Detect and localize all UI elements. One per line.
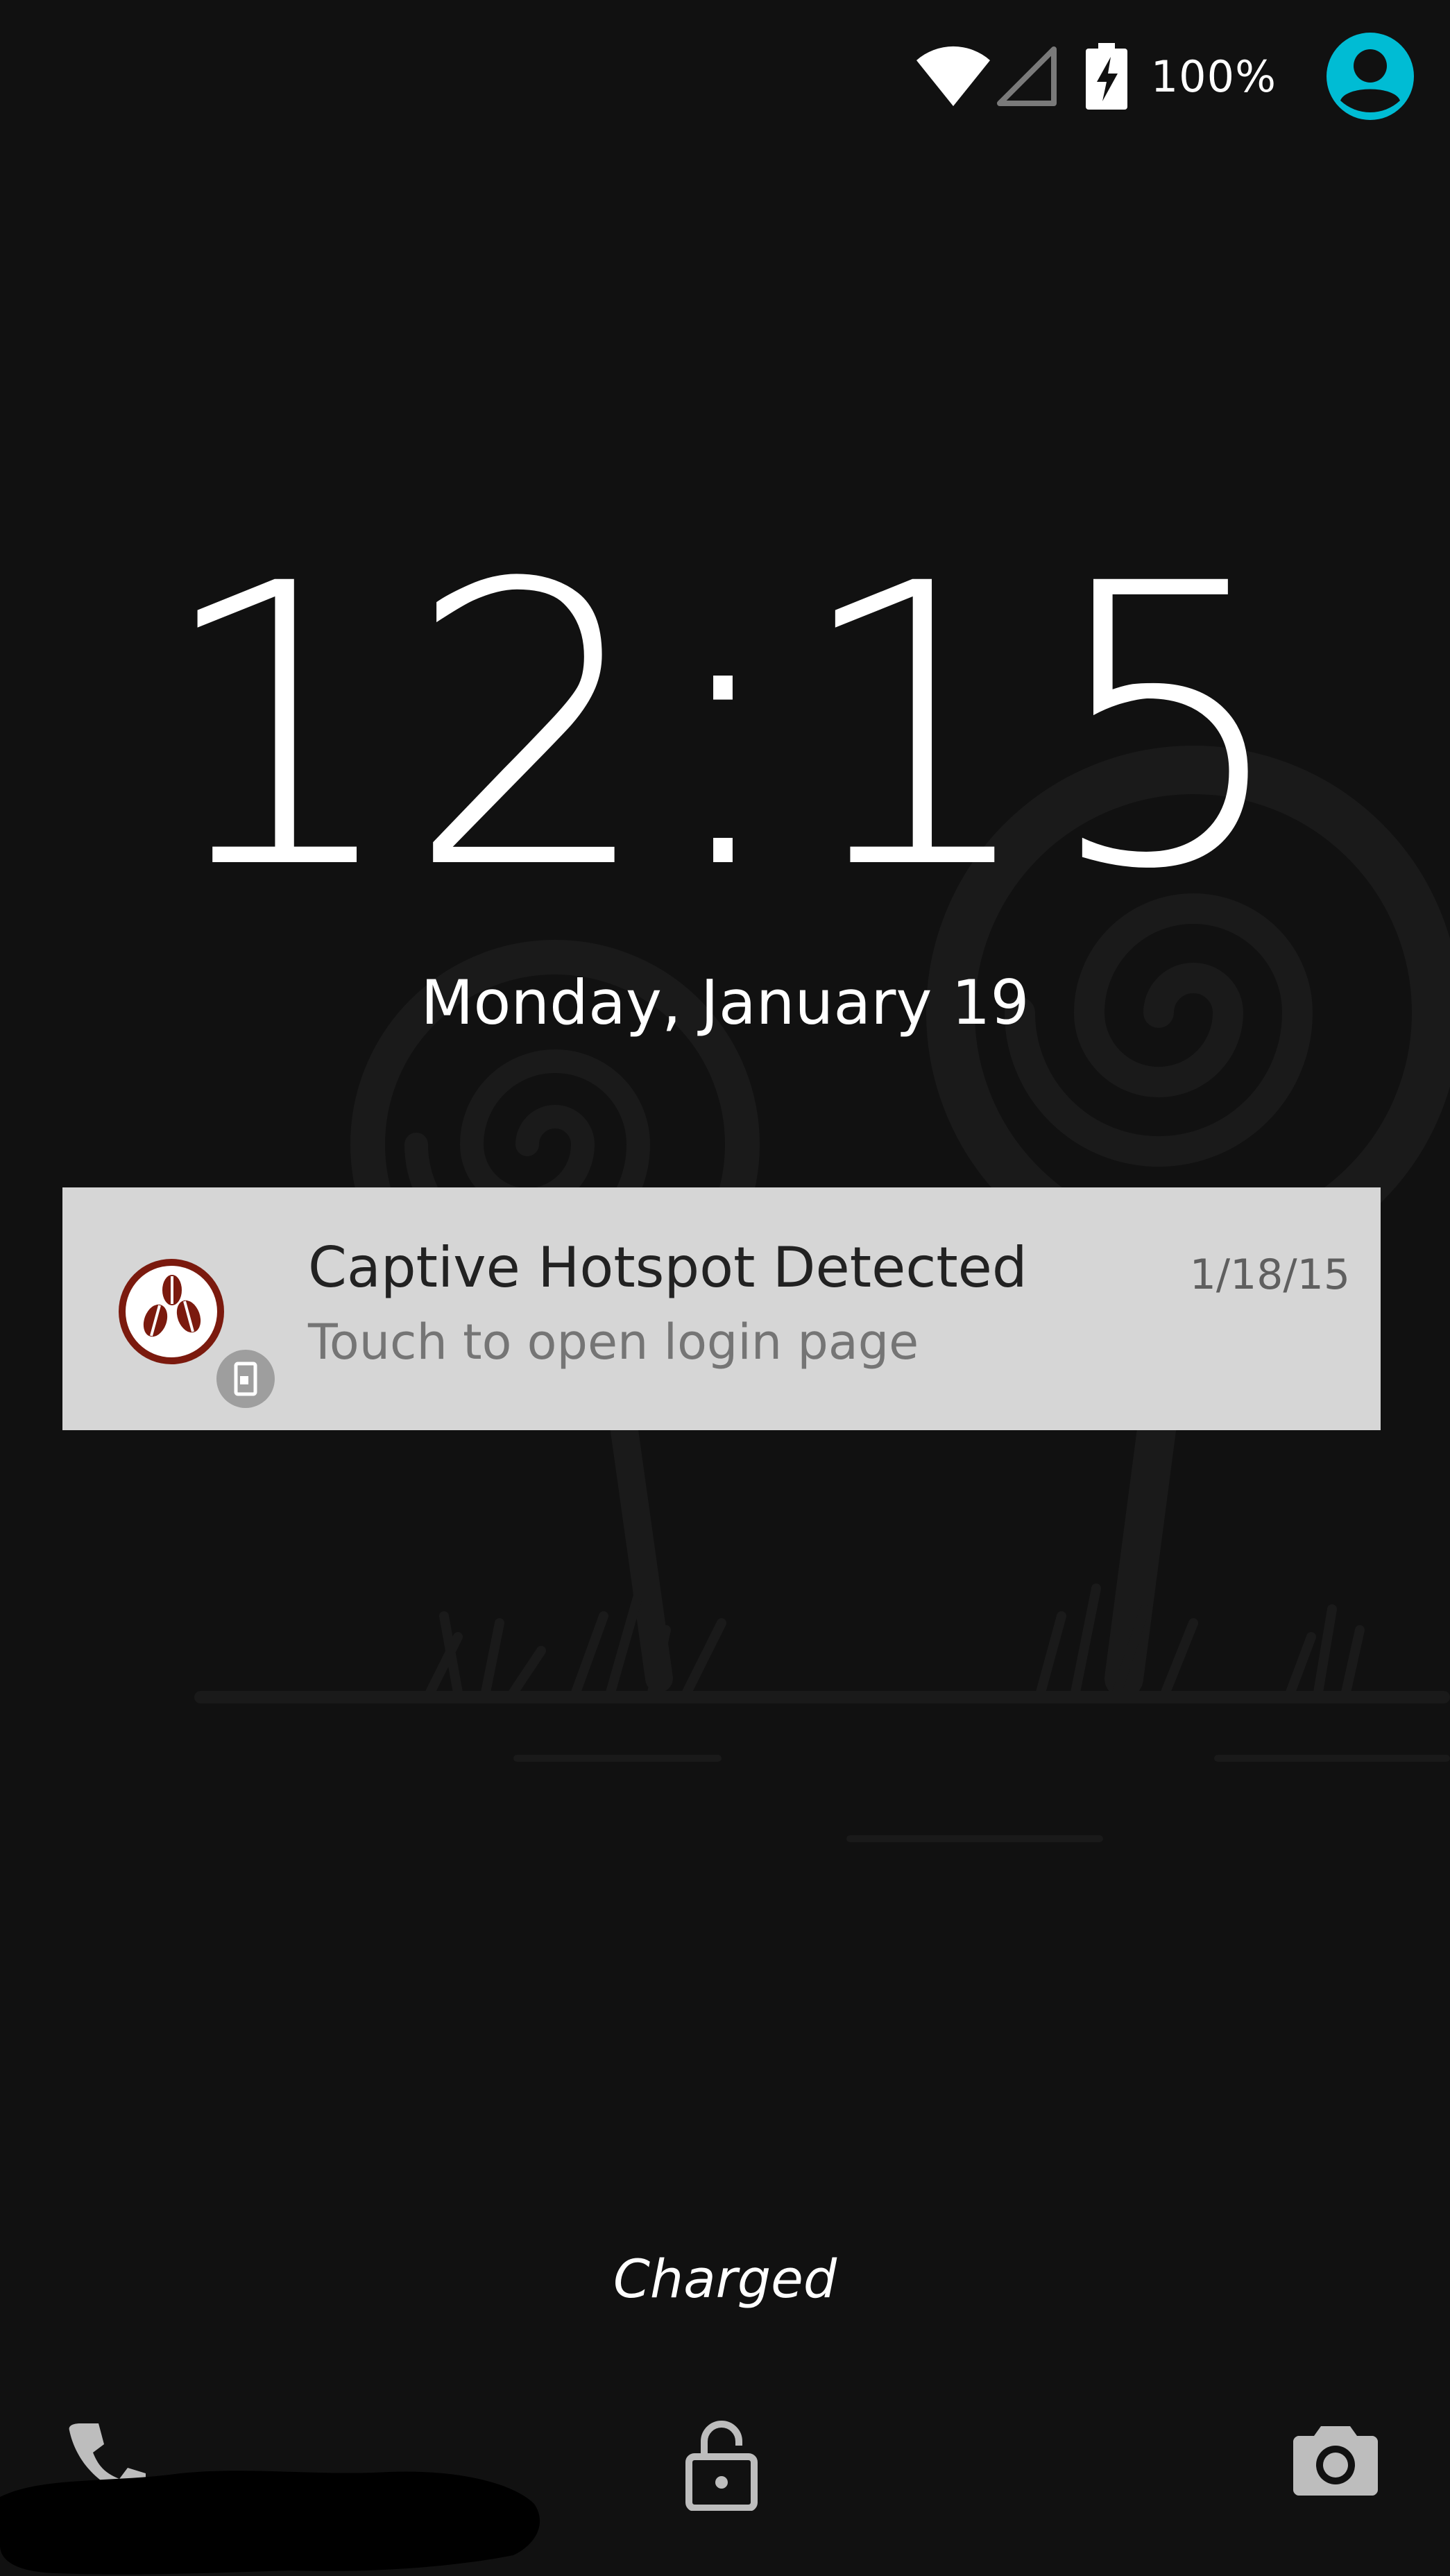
lock-screen: 100% 12:15 Monday, January 19 Captive Ho…	[0, 0, 1450, 2576]
user-avatar-icon[interactable]	[1325, 31, 1415, 121]
notification-time: 1/18/15	[1189, 1251, 1350, 1299]
redaction-mark	[0, 2471, 540, 2575]
lock-date: Monday, January 19	[420, 967, 1030, 1038]
battery-percentage: 100%	[1150, 51, 1277, 102]
lock-clock: 12:15	[155, 502, 1295, 954]
unlock-icon[interactable]	[676, 2414, 767, 2511]
notification-text: Touch to open login page	[308, 1314, 919, 1371]
coffee-beans-icon	[119, 1259, 224, 1364]
hotspot-icon	[216, 1350, 275, 1408]
camera-icon[interactable]	[1290, 2414, 1381, 2504]
battery-charging-icon	[1085, 43, 1127, 110]
notification-title: Captive Hotspot Detected	[308, 1235, 1027, 1300]
cellular-signal-icon	[996, 46, 1057, 106]
notification-card[interactable]: Captive Hotspot Detected Touch to open l…	[62, 1187, 1381, 1430]
wifi-icon	[916, 46, 990, 106]
status-bar: 100%	[915, 28, 1415, 125]
charging-status: Charged	[613, 2248, 837, 2310]
